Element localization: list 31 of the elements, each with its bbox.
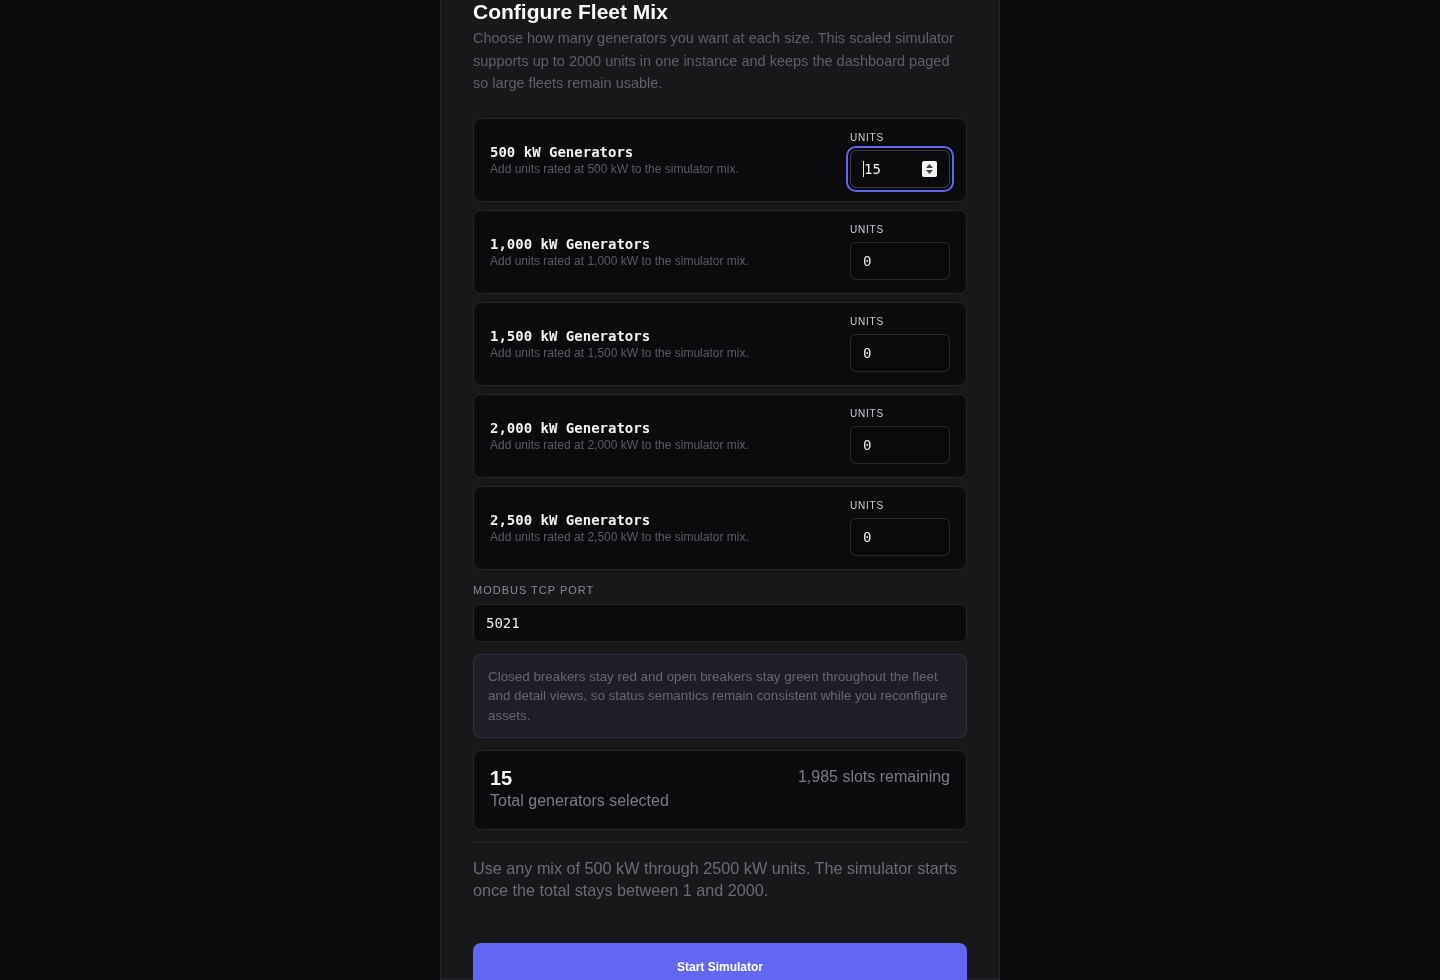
info-note: Closed breakers stay red and open breakers stay green throughout the fleet and detail views, so status semantics remain consistent while you reconfigure assets. [473,653,967,738]
text-cursor-icon [863,160,864,177]
total-count: 15 [490,766,514,790]
port-field[interactable]: 5021 [473,603,967,642]
units-field[interactable]: 0 [850,333,950,372]
slots-remaining: 1,985 slots remaining [797,767,950,787]
units-label: UNITS [850,499,885,512]
generator-description: Add units rated at 500 kW to the simulator mix. [490,160,739,177]
units-label: UNITS [850,223,885,236]
generator-description: Add units rated at 2,500 kW to the simulator mix. [490,528,749,545]
generator-description: Add units rated at 1,000 kW to the simulator mix. [490,252,749,269]
units-label: UNITS [850,131,885,144]
units-field[interactable]: 0 [850,425,950,464]
stepper-arrows-icon[interactable] [922,160,937,177]
generator-description: Add units rated at 2,000 kW to the simulator mix. [490,436,749,453]
units-label: UNITS [850,407,885,420]
generator-title: 1,000 kW Generators [490,234,652,253]
generator-description: Add units rated at 1,500 kW to the simulator mix. [490,344,749,361]
units-label: UNITS [850,315,885,328]
units-field[interactable]: 0 [850,241,950,280]
start-simulator-button[interactable]: Start Simulator [473,943,967,980]
generator-title: 500 kW Generators [490,142,635,161]
total-label: Total generators selected [490,791,669,811]
panel-title: Configure Fleet Mix [473,0,669,24]
footnote-text: Use any mix of 500 kW through 2500 kW units. The simulator starts once the total stays between 1 and 2000. [473,858,958,901]
port-label: MODBUS TCP PORT [473,582,596,597]
generator-title: 1,500 kW Generators [490,326,652,345]
panel-description: Choose how many generators you want at each size. This scaled simulator supports up to 2000 units in one instance and keeps the dashboard paged so large fleets remain usable. [473,29,955,93]
generator-title: 2,500 kW Generators [490,510,652,529]
units-field[interactable]: 0 [850,517,950,556]
generator-title: 2,000 kW Generators [490,418,652,437]
